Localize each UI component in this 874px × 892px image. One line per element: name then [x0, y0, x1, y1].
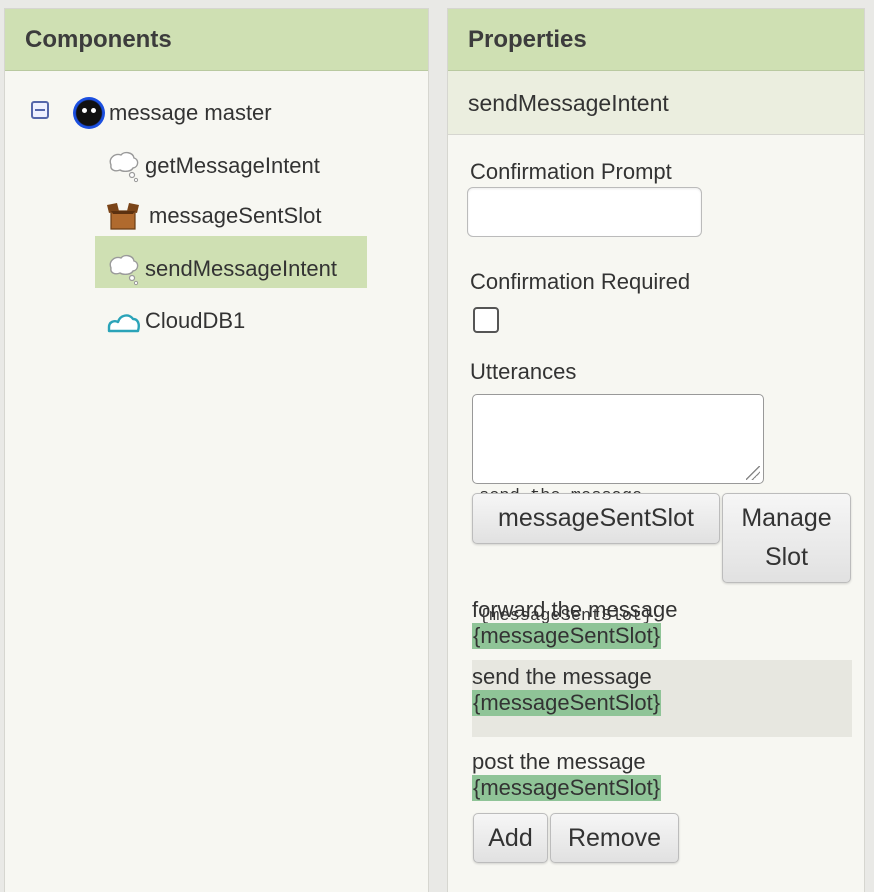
utterance-list-item[interactable]: post the message {messageSentSlot} — [472, 745, 852, 805]
app-face-icon — [73, 97, 105, 129]
tree-item-clouddb1[interactable]: CloudDB1 — [105, 297, 245, 345]
collapse-icon[interactable] — [31, 101, 49, 119]
tree-item-messagesentslot[interactable]: messageSentSlot — [105, 192, 321, 240]
utterance-list-item[interactable]: send the message {messageSentSlot} — [472, 660, 852, 737]
utterance-text: send the message — [472, 664, 652, 689]
remove-button[interactable]: Remove — [550, 813, 679, 863]
utterance-textarea[interactable]: send the message {messageSentSlot} — [472, 394, 764, 626]
components-panel: Components message master getMessageInte… — [4, 8, 429, 892]
manage-slot-label-line1: Manage — [741, 504, 832, 532]
add-button[interactable]: Add — [473, 813, 548, 863]
tree-item-label: message master — [109, 100, 272, 125]
confirmation-required-label: Confirmation Required — [470, 269, 691, 294]
tree-item-label: messageSentSlot — [149, 203, 322, 228]
confirmation-prompt-label: Confirmation Prompt — [470, 159, 672, 184]
manage-slot-label-line2: Slot — [764, 543, 809, 571]
utterance-text: post the message — [472, 749, 646, 774]
resize-handle-icon[interactable] — [746, 466, 760, 480]
utterances-label: Utterances — [470, 359, 577, 384]
open-box-icon — [107, 203, 139, 230]
components-header: Components — [5, 9, 428, 71]
properties-header: Properties — [448, 9, 864, 71]
manage-slot-button[interactable]: Manage Slot — [722, 493, 851, 583]
cloud-icon — [107, 314, 140, 333]
tree-item-sendmessageintent[interactable]: sendMessageIntent — [105, 245, 337, 293]
thought-bubble-icon — [109, 254, 139, 286]
confirmation-prompt-input[interactable] — [467, 187, 702, 237]
utterance-list-item[interactable]: forward the message {messageSentSlot} — [472, 593, 852, 653]
insert-slot-button[interactable]: messageSentSlot — [472, 493, 720, 544]
slot-tag: {messageSentSlot} — [472, 690, 662, 716]
component-name: sendMessageIntent — [448, 71, 864, 135]
thought-bubble-icon — [109, 151, 139, 183]
properties-panel: Properties sendMessageIntent Confirmatio… — [447, 8, 865, 892]
tree-item-label: CloudDB1 — [145, 308, 246, 333]
tree-item-root[interactable]: message master — [73, 89, 272, 137]
confirmation-required-checkbox[interactable] — [473, 307, 499, 333]
utterance-text: forward the message — [472, 597, 678, 622]
slot-tag: {messageSentSlot} — [472, 623, 662, 649]
tree-item-label: getMessageIntent — [145, 153, 320, 178]
tree-item-label: sendMessageIntent — [145, 256, 338, 281]
tree-item-getmessageintent[interactable]: getMessageIntent — [105, 142, 320, 190]
slot-tag: {messageSentSlot} — [472, 775, 662, 801]
